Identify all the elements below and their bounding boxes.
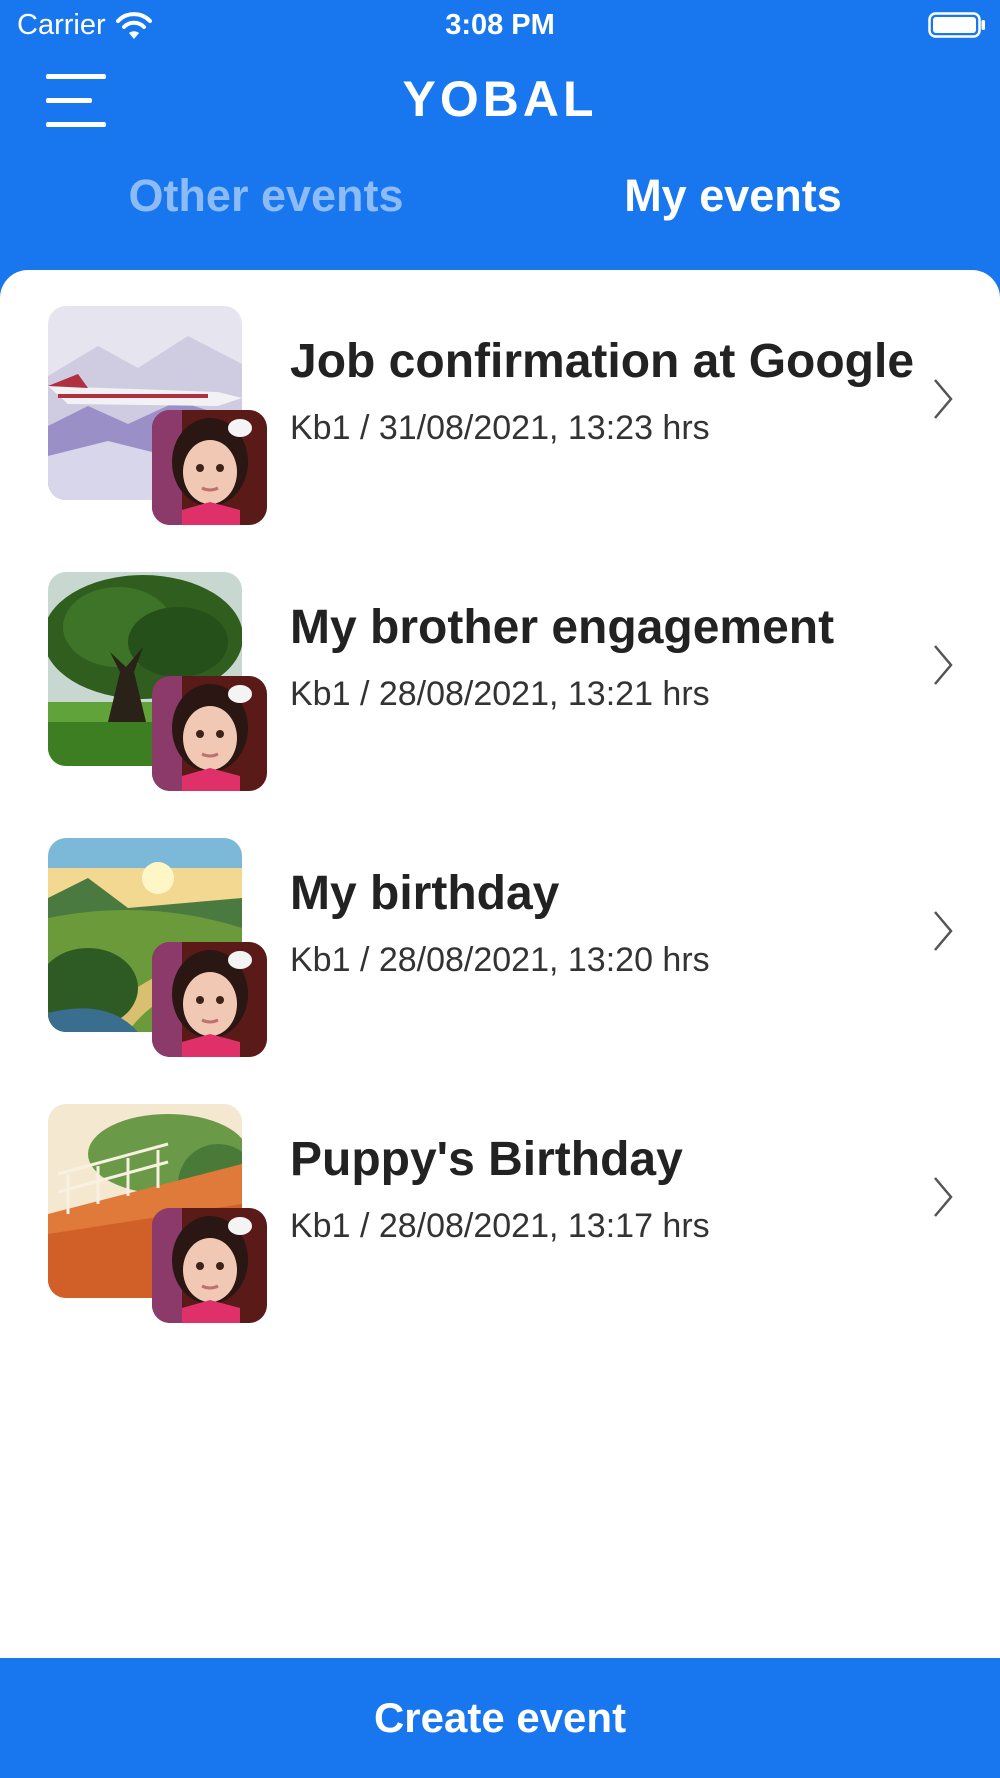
- event-title: My birthday: [290, 867, 560, 920]
- event-title: Puppy's Birthday: [290, 1133, 683, 1186]
- event-tabs: Other events My events: [0, 170, 1000, 240]
- event-title: My brother engagement: [290, 601, 835, 654]
- event-row[interactable]: Puppy's Birthday Kb1 / 28/08/2021, 13:17…: [0, 1104, 1000, 1334]
- event-meta: Kb1 / 28/08/2021, 13:17 hrs: [290, 1207, 710, 1245]
- event-avatar: [152, 410, 267, 525]
- event-avatar: [152, 942, 267, 1057]
- battery-icon: [928, 12, 985, 38]
- status-bar: Carrier 3:08 PM: [0, 0, 1000, 50]
- event-title: Job confirmation at Google: [290, 335, 915, 388]
- chevron-right-icon: [934, 645, 953, 685]
- chevron-right-icon: [934, 379, 953, 419]
- chevron-right-icon: [934, 1177, 953, 1217]
- app-screen: Carrier 3:08 PM YOBAL Other events My ev…: [0, 0, 1000, 1778]
- event-meta: Kb1 / 28/08/2021, 13:20 hrs: [290, 941, 710, 979]
- status-time: 3:08 PM: [445, 9, 555, 41]
- event-meta: Kb1 / 31/08/2021, 13:23 hrs: [290, 409, 710, 447]
- event-row[interactable]: My birthday Kb1 / 28/08/2021, 13:20 hrs: [0, 838, 1000, 1068]
- event-meta: Kb1 / 28/08/2021, 13:21 hrs: [290, 675, 710, 713]
- create-event-button[interactable]: Create event: [0, 1658, 1000, 1778]
- brand-title: YOBAL: [402, 71, 598, 127]
- event-row[interactable]: Job confirmation at Google Kb1 / 31/08/2…: [0, 306, 1000, 536]
- event-row[interactable]: My brother engagement Kb1 / 28/08/2021, …: [0, 572, 1000, 802]
- event-avatar: [152, 1208, 267, 1323]
- chevron-right-icon: [934, 911, 953, 951]
- event-list: Job confirmation at Google Kb1 / 31/08/2…: [0, 270, 1000, 1658]
- event-avatar: [152, 676, 267, 791]
- tab-my-events[interactable]: My events: [483, 170, 983, 222]
- tab-other-events[interactable]: Other events: [16, 170, 516, 222]
